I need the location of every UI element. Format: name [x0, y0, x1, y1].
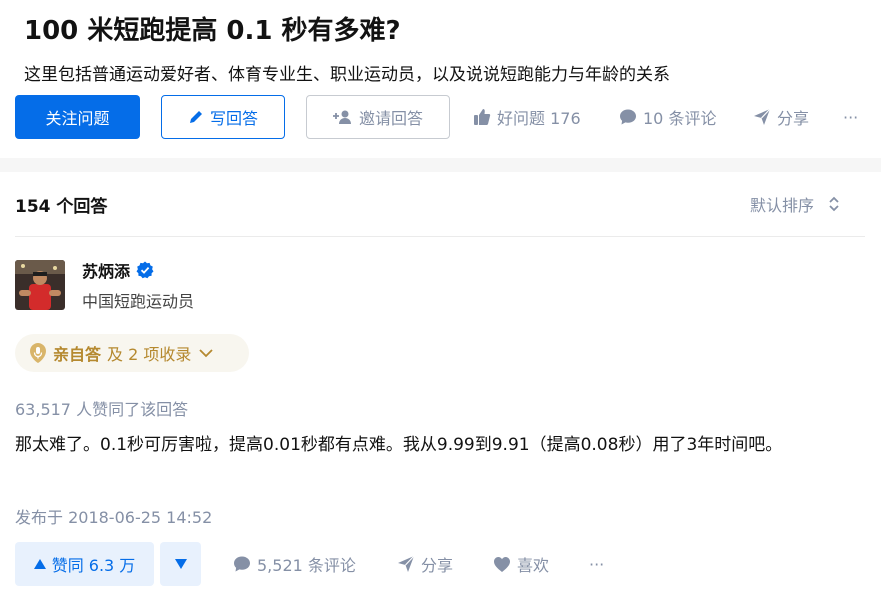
question-share-button[interactable]: 分享 — [753, 95, 809, 139]
write-answer-label: 写回答 — [209, 109, 258, 128]
author-bio: 中国短跑运动员 — [82, 292, 195, 311]
answer-more-button[interactable]: ··· — [589, 542, 604, 586]
write-answer-button[interactable]: 写回答 — [161, 95, 285, 139]
invite-answer-button[interactable]: 邀请回答 — [306, 95, 450, 139]
answer-actions: 赞同 6.3 万 5,521 条评论 分享 喜欢 ··· — [15, 542, 875, 586]
question-comments-label: 10 条评论 — [643, 109, 717, 128]
answer-share-label: 分享 — [421, 556, 454, 575]
question-actions: 关注问题 写回答 邀请回答 好问题 176 10 条评论 分享 ··· — [15, 95, 875, 139]
question-detail: 这里包括普通运动爱好者、体育专业生、职业运动员，以及说说短跑能力与年龄的关系 — [24, 65, 670, 85]
follow-question-button[interactable]: 关注问题 — [15, 95, 140, 139]
follow-question-label: 关注问题 — [45, 109, 110, 128]
vote-up-button[interactable]: 赞同 6.3 万 — [15, 542, 154, 586]
invite-answer-label: 邀请回答 — [358, 109, 423, 128]
question-header: 100 米短跑提高 0.1 秒有多难? 这里包括普通运动爱好者、体育专业生、职业… — [0, 0, 881, 158]
answer-tag[interactable]: 亲自答 及 2 项收录 — [15, 334, 249, 372]
answer-comments-button[interactable]: 5,521 条评论 — [233, 542, 356, 586]
question-more-button[interactable]: ··· — [843, 95, 858, 139]
author-name[interactable]: 苏炳添 — [82, 258, 154, 282]
tag-rest: 及 2 项收录 — [107, 345, 192, 364]
votes-summary: 63,517 人赞同了该回答 — [15, 400, 189, 419]
add-user-icon — [332, 110, 351, 124]
good-question-label: 好问题 176 — [497, 109, 581, 128]
paper-plane-icon — [398, 555, 415, 572]
question-title: 100 米短跑提高 0.1 秒有多难? — [24, 16, 401, 46]
good-question-button[interactable]: 好问题 176 — [473, 95, 581, 139]
answers-list: 154 个回答 默认排序 苏炳添 中国短跑运动员 亲自答 及 2 项收录 63,… — [0, 172, 881, 595]
like-button[interactable]: 喜欢 — [493, 542, 549, 586]
more-icon: ··· — [589, 554, 605, 574]
answer-content: 那太难了。0.1秒可厉害啦，提高0.01秒都有点难。我从9.99到9.91（提高… — [15, 435, 783, 455]
header-divider — [15, 236, 865, 237]
comment-icon — [234, 556, 250, 572]
thumb-up-icon — [474, 109, 491, 125]
like-label: 喜欢 — [517, 556, 550, 575]
triangle-up-icon — [33, 559, 46, 569]
mic-icon — [30, 343, 46, 363]
triangle-down-icon — [174, 559, 187, 569]
chevron-down-icon — [199, 349, 214, 358]
avatar[interactable] — [15, 260, 65, 310]
tag-strong: 亲自答 — [53, 345, 102, 364]
question-comments-button[interactable]: 10 条评论 — [619, 95, 716, 139]
publish-time[interactable]: 发布于 2018-06-25 14:52 — [15, 504, 212, 528]
pen-icon — [189, 111, 202, 123]
heart-icon — [494, 556, 510, 572]
vote-up-label: 赞同 6.3 万 — [51, 556, 136, 575]
comment-icon — [620, 109, 636, 125]
answer-comments-label: 5,521 条评论 — [257, 556, 356, 575]
sort-label: 默认排序 — [750, 196, 815, 215]
answer-count: 154 个回答 — [15, 197, 108, 217]
sort-updown-icon — [829, 196, 839, 212]
verified-badge-icon — [136, 261, 154, 279]
vote-down-button[interactable] — [160, 542, 201, 586]
author-name-text: 苏炳添 — [82, 262, 131, 281]
paper-plane-icon — [754, 108, 771, 125]
sort-dropdown[interactable]: 默认排序 — [750, 192, 840, 216]
answer-share-button[interactable]: 分享 — [397, 542, 453, 586]
question-share-label: 分享 — [777, 109, 810, 128]
more-icon: ··· — [843, 107, 859, 127]
